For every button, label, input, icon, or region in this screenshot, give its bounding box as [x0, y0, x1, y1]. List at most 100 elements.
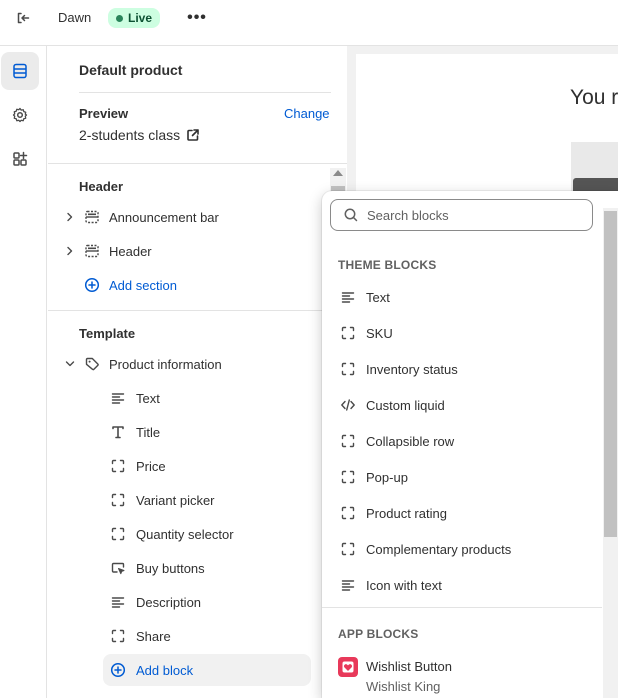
status-badge-label: Live: [128, 11, 153, 25]
add-block-popover: THEME BLOCKS Text SKU Inventory status C…: [322, 191, 618, 698]
theme-block-label: Complementary products: [366, 541, 512, 557]
change-preview-link[interactable]: Change: [284, 106, 330, 121]
theme-block-pop-up[interactable]: Pop-up: [330, 460, 592, 494]
status-badge: Live: [108, 8, 161, 28]
code-icon: [338, 395, 358, 415]
block-item-label: Description: [136, 594, 202, 610]
exit-button[interactable]: [10, 8, 36, 28]
button-cursor-icon: [108, 558, 128, 578]
preview-product-label: 2-students class: [79, 127, 181, 143]
theme-block-collapsible-row[interactable]: Collapsible row: [330, 424, 592, 458]
apps-icon: [11, 150, 29, 168]
block-item-label: Text: [136, 390, 160, 406]
theme-block-custom-liquid[interactable]: Custom liquid: [330, 388, 592, 422]
add-section-label: Add section: [109, 277, 177, 293]
block-item-price[interactable]: Price: [105, 450, 313, 482]
popover-scrollbar-thumb[interactable]: [604, 211, 617, 537]
theme-block-label: Icon with text: [366, 577, 442, 593]
preview-product-link[interactable]: 2-students class: [79, 127, 200, 143]
block-item-label: Title: [136, 424, 161, 440]
theme-block-text[interactable]: Text: [330, 280, 592, 314]
block-dashed-icon: [338, 323, 358, 343]
block-item-text[interactable]: Text: [105, 382, 313, 414]
block-item-label: Quantity selector: [136, 526, 234, 542]
rail-sections-button[interactable]: [1, 52, 39, 90]
section-item-product-information[interactable]: Product information: [64, 349, 314, 379]
app-block-vendor: Wishlist King: [366, 679, 441, 694]
live-dot-icon: [116, 14, 123, 22]
block-dashed-icon: [338, 539, 358, 559]
more-icon: •••: [187, 9, 207, 26]
search-input[interactable]: [367, 207, 577, 223]
block-dashed-icon: [338, 431, 358, 451]
theme-block-sku[interactable]: SKU: [330, 316, 592, 350]
theme-block-inventory-status[interactable]: Inventory status: [330, 352, 592, 386]
preview-image-detail: [573, 178, 618, 192]
search-icon: [343, 207, 359, 223]
section-layout-icon: [82, 241, 102, 261]
block-item-buy-buttons[interactable]: Buy buttons: [105, 552, 313, 584]
title-t-icon: [108, 422, 128, 442]
theme-block-product-rating[interactable]: Product rating: [330, 496, 592, 530]
add-block-label: Add block: [136, 662, 194, 678]
block-dashed-icon: [338, 503, 358, 523]
section-item-announcement-bar[interactable]: Announcement bar: [64, 202, 314, 232]
app-block-wishlist-button[interactable]: Wishlist Button Wishlist King: [338, 657, 588, 697]
section-item-label: Header: [109, 243, 152, 259]
block-item-title[interactable]: Title: [105, 416, 313, 448]
chevron-down-icon[interactable]: [64, 360, 76, 368]
text-lines-icon: [108, 388, 128, 408]
divider: [48, 310, 347, 311]
theme-blocks-heading: THEME BLOCKS: [338, 258, 437, 272]
block-item-label: Variant picker: [136, 492, 215, 508]
more-actions-button[interactable]: •••: [185, 8, 209, 28]
divider: [322, 607, 602, 608]
theme-block-label: SKU: [366, 325, 393, 341]
block-item-description[interactable]: Description: [105, 586, 313, 618]
add-block-button[interactable]: Add block: [103, 654, 311, 686]
template-group-heading: Template: [79, 326, 136, 341]
header-group-heading: Header: [79, 179, 124, 194]
add-section-button[interactable]: Add section: [64, 270, 314, 300]
block-item-share[interactable]: Share: [105, 620, 313, 652]
top-bar: Dawn Live •••: [0, 0, 618, 46]
theme-block-label: Custom liquid: [366, 397, 445, 413]
block-dashed-icon: [108, 524, 128, 544]
theme-block-label: Product rating: [366, 505, 447, 521]
block-item-quantity-selector[interactable]: Quantity selector: [105, 518, 313, 550]
tag-icon: [82, 354, 102, 374]
theme-block-complementary-products[interactable]: Complementary products: [330, 532, 592, 566]
heart-app-icon: [338, 657, 358, 677]
theme-block-icon-with-text[interactable]: Icon with text: [330, 568, 592, 602]
exit-icon: [14, 9, 32, 27]
block-dashed-icon: [108, 626, 128, 646]
plus-circle-icon: [82, 275, 102, 295]
chevron-right-icon[interactable]: [64, 212, 76, 222]
divider: [79, 92, 331, 93]
divider: [48, 163, 347, 164]
block-item-label: Price: [136, 458, 166, 474]
sections-icon: [11, 62, 29, 80]
plus-circle-icon: [108, 660, 128, 680]
text-lines-icon: [338, 575, 358, 595]
theme-name: Dawn: [58, 10, 92, 25]
app-blocks-heading: APP BLOCKS: [338, 627, 419, 641]
rail-apps-button[interactable]: [1, 140, 39, 178]
search-field[interactable]: [330, 199, 593, 231]
navigation-rail: [0, 46, 47, 698]
section-item-header[interactable]: Header: [64, 236, 314, 266]
block-dashed-icon: [338, 359, 358, 379]
block-dashed-icon: [108, 490, 128, 510]
section-layout-icon: [82, 207, 102, 227]
block-item-variant-picker[interactable]: Variant picker: [105, 484, 313, 516]
chevron-right-icon[interactable]: [64, 246, 76, 256]
scroll-up-arrow-icon[interactable]: [333, 170, 343, 176]
block-dashed-icon: [108, 456, 128, 476]
preview-label: Preview: [79, 106, 129, 121]
theme-block-label: Pop-up: [366, 469, 408, 485]
rail-settings-button[interactable]: [1, 96, 39, 134]
block-item-label: Share: [136, 628, 171, 644]
app-block-name: Wishlist Button: [366, 659, 452, 674]
section-item-label: Announcement bar: [109, 209, 219, 225]
block-item-label: Buy buttons: [136, 560, 205, 576]
